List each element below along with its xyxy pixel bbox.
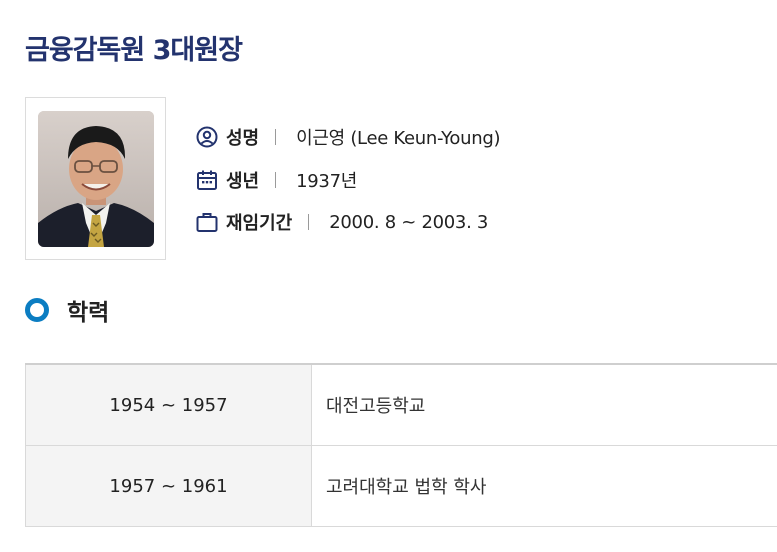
portrait-photo	[38, 111, 154, 247]
divider	[275, 172, 277, 188]
education-section-title: 학력	[25, 293, 109, 327]
page-title: 금융감독원 3대원장	[25, 35, 243, 66]
bullet-ring-icon	[25, 298, 49, 322]
table-row: 1957 ~ 1961 고려대학교 법학 학사	[25, 445, 777, 527]
portrait-image	[38, 111, 154, 247]
divider	[308, 214, 310, 230]
info-row-name: 성명 이근영 (Lee Keun-Young)	[196, 124, 500, 150]
term-label: 재임기간	[226, 213, 293, 234]
person-circle-icon	[196, 126, 218, 148]
birth-value: 1937년	[296, 171, 357, 192]
name-label: 성명	[226, 128, 260, 149]
education-detail: 고려대학교 법학 학사	[311, 445, 777, 527]
divider	[275, 129, 277, 145]
briefcase-icon	[196, 211, 218, 233]
education-period: 1957 ~ 1961	[25, 445, 312, 527]
education-heading: 학력	[67, 300, 110, 326]
birth-label: 생년	[226, 171, 260, 192]
term-value: 2000. 8 ~ 2003. 3	[329, 211, 489, 233]
table-row: 1954 ~ 1957 대전고등학교	[25, 364, 777, 446]
info-row-term: 재임기간 2000. 8 ~ 2003. 3	[196, 209, 488, 235]
education-table: 1954 ~ 1957 대전고등학교 1957 ~ 1961 고려대학교 법학 …	[25, 363, 777, 527]
education-detail: 대전고등학교	[311, 364, 777, 446]
portrait-frame	[25, 97, 166, 260]
calendar-icon	[196, 169, 218, 191]
info-row-birth: 생년 1937년	[196, 167, 357, 193]
name-value: 이근영 (Lee Keun-Young)	[296, 128, 501, 149]
education-period: 1954 ~ 1957	[25, 364, 312, 446]
